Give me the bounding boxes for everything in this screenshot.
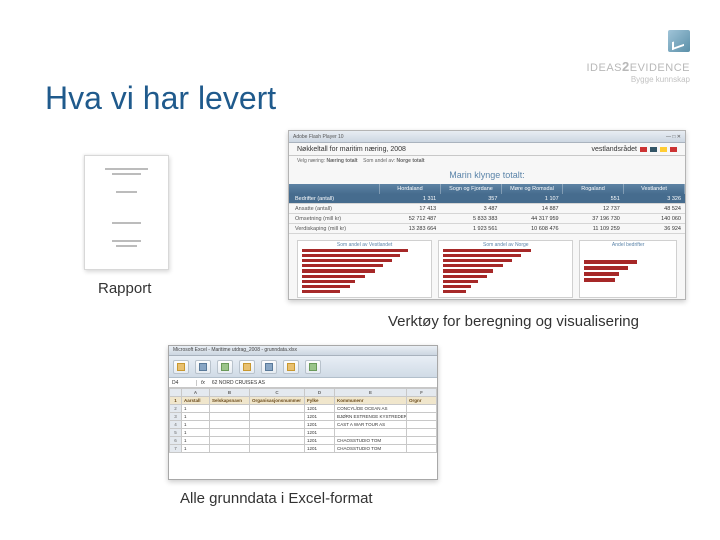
excel-grid: ABCDEF 1AarstallSelskapsnavnOrganisasjon… bbox=[169, 388, 437, 453]
ribbon-button bbox=[305, 360, 321, 374]
label-excel: Alle grunndata i Excel-format bbox=[180, 490, 373, 507]
logo-mark-icon bbox=[668, 30, 690, 52]
flag-icon bbox=[650, 147, 657, 152]
chart-norge: Som andel av Norge bbox=[438, 240, 573, 298]
ribbon-button bbox=[173, 360, 189, 374]
ribbon-button bbox=[195, 360, 211, 374]
table-row: 711201CHAOSSTUDIO TOM bbox=[170, 445, 437, 453]
excel-formula-bar: D4 fx 62 NORD CRUISES AS bbox=[169, 378, 437, 388]
label-tool: Verktøy for beregning og visualisering bbox=[388, 313, 639, 330]
page-title: Hva vi har levert bbox=[45, 80, 276, 117]
table-row: Verdiskaping (mill kr)13 283 6641 923 56… bbox=[289, 224, 685, 234]
tool-main-title: Marin klynge totalt: bbox=[289, 168, 685, 184]
chart-bedrifter: Andel bedrifter bbox=[579, 240, 677, 298]
table-row: Bedrifter (antall)1 3113571 1075513 326 bbox=[289, 194, 685, 204]
ribbon-button bbox=[261, 360, 277, 374]
tool-subheader: Velg næring: Næring totalt Som andel av:… bbox=[289, 156, 685, 168]
ribbon-button bbox=[217, 360, 233, 374]
table-row: 211201CONCYL/DE OCEAN AS bbox=[170, 405, 437, 413]
label-rapport: Rapport bbox=[98, 280, 151, 297]
excel-titlebar: Microsoft Excel - Maritime utdrag_2008 -… bbox=[169, 346, 437, 356]
window-controls-icon: — □ ✕ bbox=[666, 134, 681, 140]
tool-titlebar: Adobe Flash Player 10 — □ ✕ bbox=[289, 131, 685, 143]
excel-screenshot: Microsoft Excel - Maritime utdrag_2008 -… bbox=[168, 345, 438, 480]
logo-tagline: Bygge kunnskap bbox=[587, 75, 691, 84]
ribbon-button bbox=[239, 360, 255, 374]
brand-logo: IDEAS2EVIDENCE Bygge kunnskap bbox=[587, 30, 691, 84]
excel-ribbon bbox=[169, 356, 437, 378]
table-row: 511201 bbox=[170, 429, 437, 437]
fx-icon: fx bbox=[197, 380, 209, 386]
table-row: Ansatte (antall)17 4133 48714 88712 7374… bbox=[289, 204, 685, 214]
tool-header-left: Nøkkeltall for maritim næring, 2008 bbox=[297, 146, 406, 153]
table-row: 1AarstallSelskapsnavnOrganisasjonsnummer… bbox=[170, 397, 437, 405]
table-row: 611201CHAOSSTUDIO TOM bbox=[170, 437, 437, 445]
flag-icon bbox=[640, 147, 647, 152]
chart-vestlandet: Som andel av Vestlandet bbox=[297, 240, 432, 298]
table-row: 411201CAST A WAR TOUR AS bbox=[170, 421, 437, 429]
flag-icon bbox=[670, 147, 677, 152]
logo-text: IDEAS2EVIDENCE bbox=[587, 59, 691, 74]
table-row: 311201BJØRN ESTRENGE KYSTREDERI AS bbox=[170, 413, 437, 421]
ribbon-button bbox=[283, 360, 299, 374]
tool-charts-area: Som andel av Vestlandet Som andel av Nor… bbox=[289, 234, 685, 302]
table-row: Omsetning (mill kr)52 712 4875 833 38344… bbox=[289, 214, 685, 224]
report-thumbnail bbox=[84, 155, 169, 270]
tool-table-header: HordalandSogn og FjordaneMøre og Romsdal… bbox=[289, 184, 685, 194]
tool-header-right: vestlandsrådet bbox=[591, 146, 677, 153]
tool-window-title: Adobe Flash Player 10 bbox=[293, 134, 344, 140]
flag-icon bbox=[660, 147, 667, 152]
tool-screenshot: Adobe Flash Player 10 — □ ✕ Nøkkeltall f… bbox=[288, 130, 686, 300]
